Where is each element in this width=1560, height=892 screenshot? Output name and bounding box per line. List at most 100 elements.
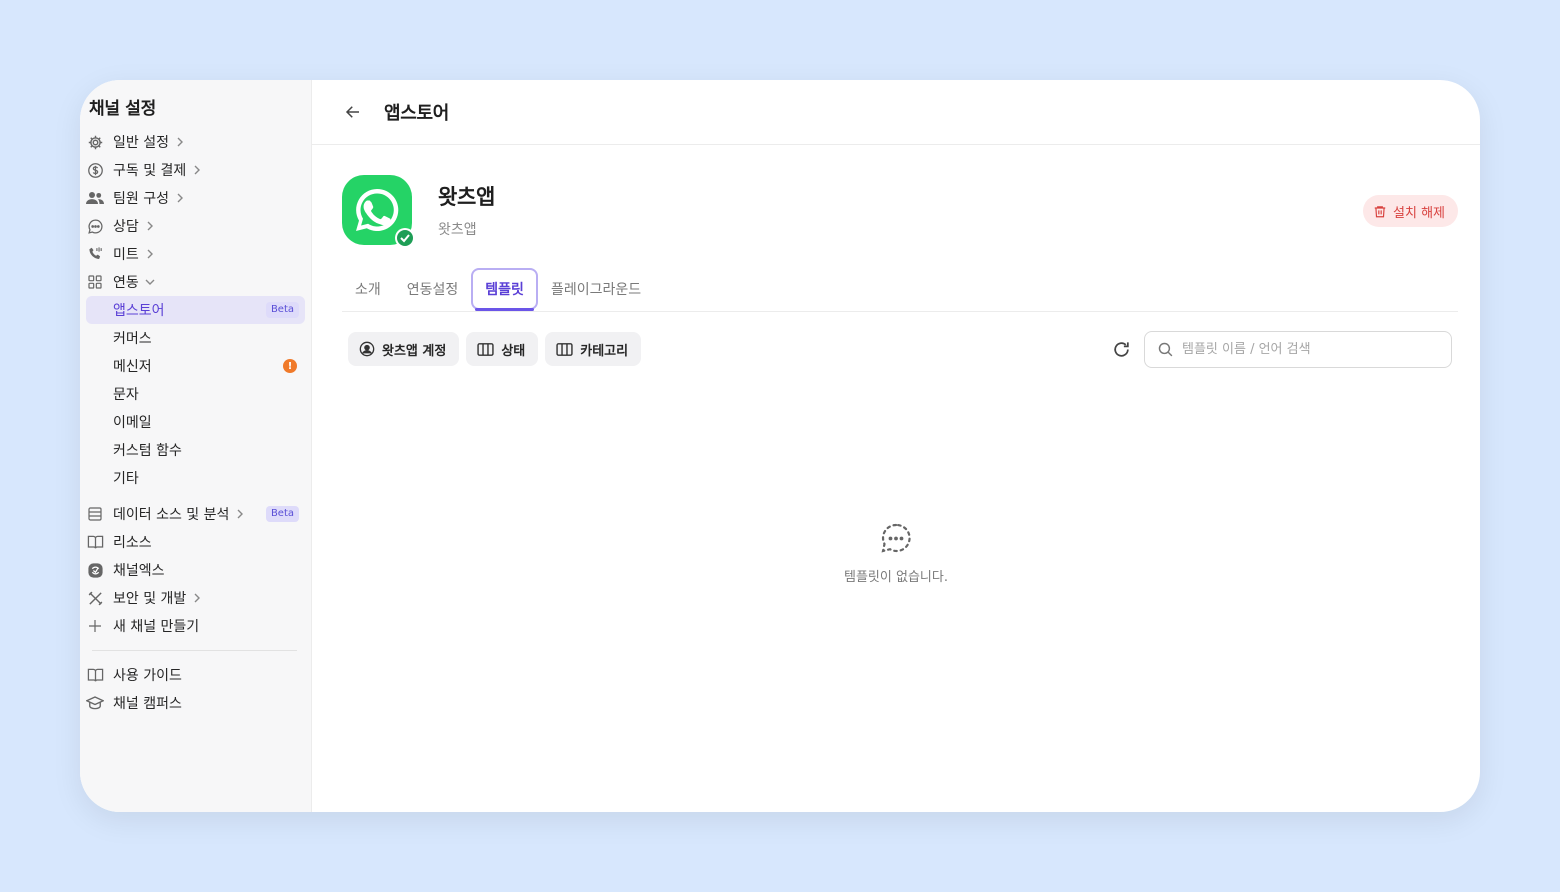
sidebar-item-consult[interactable]: 상담 [86, 212, 305, 240]
sidebar-item-campus[interactable]: 채널 캠퍼스 [86, 689, 305, 717]
sidebar-item-label: 리소스 [113, 535, 152, 551]
chevron-right-icon [235, 509, 245, 519]
sidebar-item-data-source[interactable]: 데이터 소스 및 분석 Beta [86, 500, 305, 528]
sidebar: 채널 설정 일반 설정 구독 및 결제 팀원 구성 상담 미트 연동 앱스토어 … [80, 80, 312, 812]
sidebar-item-label: 채널 캠퍼스 [113, 696, 182, 712]
top-bar: 앱스토어 [312, 80, 1480, 145]
columns-icon [556, 342, 573, 356]
chevron-right-icon [192, 593, 202, 603]
sidebar-item-label: 구독 및 결제 [113, 163, 187, 179]
chevron-right-icon [145, 221, 155, 231]
filter-label: 상태 [501, 343, 526, 359]
chevron-right-icon [145, 249, 155, 259]
graduation-cap-icon [86, 694, 104, 712]
sidebar-item-custom-function[interactable]: 커스텀 함수 [86, 436, 305, 464]
sidebar-item-label: 연동 [113, 275, 139, 291]
sidebar-item-label: 커머스 [113, 331, 152, 347]
sidebar-item-user-guide[interactable]: 사용 가이드 [86, 661, 305, 689]
tab-integration-settings[interactable]: 연동설정 [394, 268, 472, 310]
whatsapp-logo-icon [342, 175, 415, 248]
sidebar-item-label: 채널엑스 [113, 563, 165, 579]
sidebar-item-label: 보안 및 개발 [113, 591, 187, 607]
uninstall-button[interactable]: 설치 해제 [1363, 195, 1458, 227]
sidebar-item-label: 상담 [113, 219, 139, 235]
search-icon [1158, 342, 1173, 357]
filter-label: 카테고리 [580, 343, 629, 359]
plus-icon [86, 617, 104, 635]
sidebar-item-security-dev[interactable]: 보안 및 개발 [86, 584, 305, 612]
tab-templates[interactable]: 템플릿 [471, 268, 538, 311]
sidebar-item-label: 앱스토어 [113, 303, 165, 319]
sidebar-item-meet[interactable]: 미트 [86, 240, 305, 268]
tab-playground[interactable]: 플레이그라운드 [538, 268, 654, 310]
chevron-right-icon [192, 165, 202, 175]
tools-icon [86, 589, 104, 607]
chevron-right-icon [175, 193, 185, 203]
app-window: 채널 설정 일반 설정 구독 및 결제 팀원 구성 상담 미트 연동 앱스토어 … [80, 80, 1480, 812]
refresh-icon[interactable] [1110, 338, 1132, 360]
channelx-icon [86, 561, 104, 579]
sidebar-item-label: 이메일 [113, 415, 152, 431]
empty-state: 템플릿이 없습니다. [312, 522, 1480, 585]
app-subtitle: 왓츠앱 [438, 222, 477, 238]
sidebar-item-new-channel[interactable]: 새 채널 만들기 [86, 612, 305, 640]
app-name: 왓츠앱 [438, 185, 496, 209]
sidebar-divider [92, 650, 297, 651]
sidebar-nav: 일반 설정 구독 및 결제 팀원 구성 상담 미트 연동 앱스토어 Beta 커… [86, 128, 305, 640]
database-icon [86, 505, 104, 523]
book-icon [86, 666, 104, 684]
sidebar-item-general[interactable]: 일반 설정 [86, 128, 305, 156]
sidebar-item-integration[interactable]: 연동 [86, 268, 305, 296]
sidebar-item-label: 일반 설정 [113, 135, 169, 151]
sidebar-item-label: 메신저 [113, 359, 152, 375]
sidebar-item-label: 사용 가이드 [113, 668, 182, 684]
sidebar-footer-nav: 사용 가이드 채널 캠퍼스 [86, 661, 305, 717]
page-title: 앱스토어 [384, 103, 450, 124]
sidebar-item-label: 문자 [113, 387, 139, 403]
category-filter-button[interactable]: 카테고리 [545, 332, 642, 366]
filter-label: 왓츠앱 계정 [382, 343, 447, 359]
template-search-box [1144, 331, 1452, 368]
chevron-right-icon [175, 137, 185, 147]
phone-icon [86, 245, 104, 263]
whatsapp-account-filter-button[interactable]: 왓츠앱 계정 [348, 332, 460, 366]
dollar-circle-icon [86, 161, 104, 179]
app-info: 왓츠앱 왓츠앱 [438, 181, 495, 247]
chevron-down-icon [145, 277, 155, 287]
sidebar-item-channelx[interactable]: 채널엑스 [86, 556, 305, 584]
sidebar-item-billing[interactable]: 구독 및 결제 [86, 156, 305, 184]
template-search-input[interactable] [1182, 342, 1432, 357]
empty-state-text: 템플릿이 없습니다. [844, 570, 948, 585]
chat-bubble-icon [86, 217, 104, 235]
empty-chat-icon [881, 523, 911, 553]
back-arrow-icon[interactable] [342, 101, 364, 123]
uninstall-label: 설치 해제 [1393, 205, 1445, 221]
sidebar-item-appstore[interactable]: 앱스토어 Beta [86, 296, 305, 324]
sidebar-item-etc[interactable]: 기타 [86, 464, 305, 492]
status-filter-button[interactable]: 상태 [466, 332, 539, 366]
trash-icon [1374, 205, 1386, 217]
sidebar-item-label: 기타 [113, 471, 139, 487]
app-header: 왓츠앱 왓츠앱 [342, 175, 495, 248]
sidebar-item-label: 데이터 소스 및 분석 [113, 507, 230, 523]
sidebar-item-label: 새 채널 만들기 [113, 619, 200, 635]
sidebar-item-sms[interactable]: 문자 [86, 380, 305, 408]
filter-bar: 왓츠앱 계정 상태 카테고리 [348, 332, 642, 366]
sidebar-item-label: 팀원 구성 [113, 191, 169, 207]
sidebar-item-team[interactable]: 팀원 구성 [86, 184, 305, 212]
tab-intro[interactable]: 소개 [342, 268, 394, 310]
spacer [86, 492, 305, 500]
sidebar-item-email[interactable]: 이메일 [86, 408, 305, 436]
sidebar-item-resource[interactable]: 리소스 [86, 528, 305, 556]
warning-badge: ! [283, 359, 297, 373]
columns-icon [477, 342, 494, 356]
user-circle-icon [359, 341, 375, 357]
beta-badge: Beta [265, 302, 299, 318]
sidebar-item-commerce[interactable]: 커머스 [86, 324, 305, 352]
book-icon [86, 533, 104, 551]
gear-icon [86, 133, 104, 151]
sidebar-item-messenger[interactable]: 메신저 ! [86, 352, 305, 380]
users-icon [86, 189, 104, 207]
grid-icon [86, 273, 104, 291]
sidebar-title: 채널 설정 [89, 99, 156, 119]
